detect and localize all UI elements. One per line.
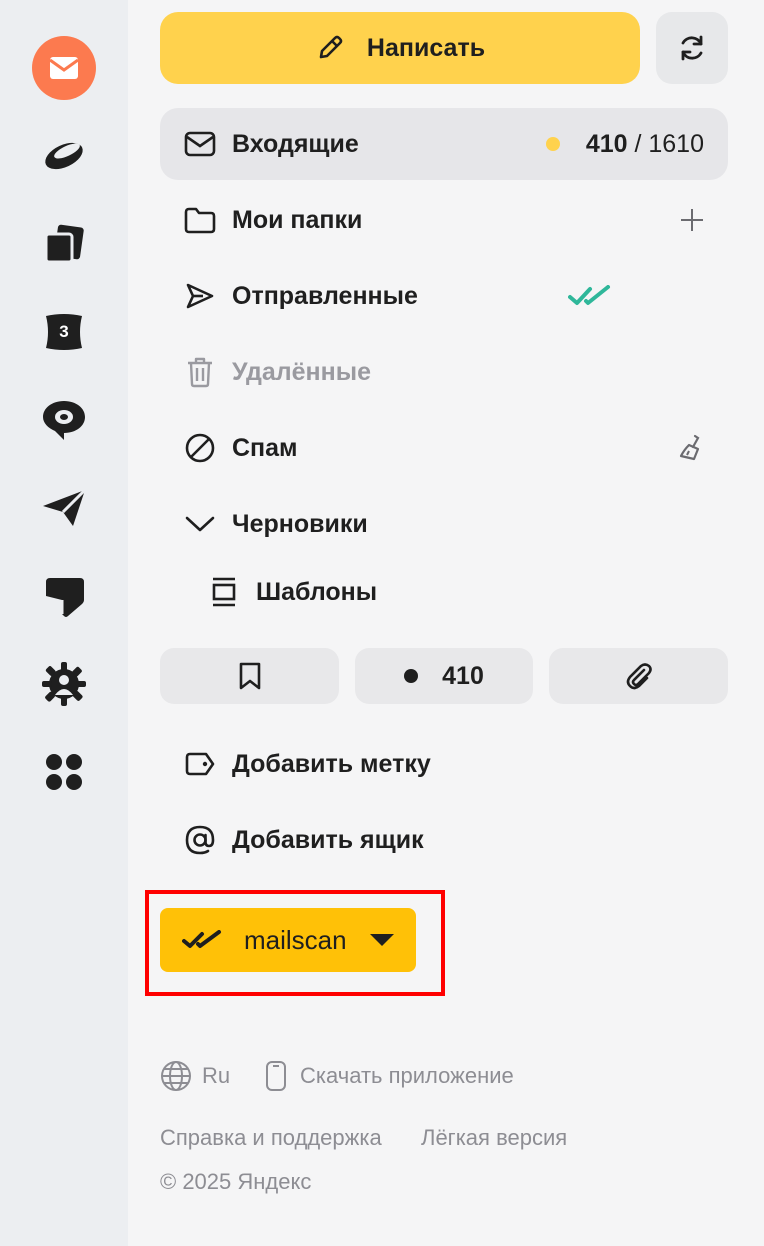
telemost-app-icon bbox=[43, 488, 87, 526]
block-icon bbox=[184, 432, 216, 464]
globe-icon bbox=[161, 1061, 191, 1091]
calendar-badge: 3 bbox=[59, 322, 69, 341]
filter-important-button[interactable] bbox=[160, 648, 339, 704]
folder-drafts-label: Черновики bbox=[232, 509, 368, 538]
copyright: © 2025 Яндекс bbox=[160, 1169, 312, 1194]
folder-icon bbox=[184, 204, 216, 236]
language-label: Ru bbox=[202, 1063, 231, 1088]
messenger-app-icon bbox=[43, 401, 85, 440]
compose-button[interactable]: Написать bbox=[160, 12, 640, 84]
folder-deleted[interactable]: Удалённые bbox=[160, 336, 728, 408]
template-icon bbox=[208, 576, 240, 608]
folder-spam[interactable]: Спам bbox=[160, 412, 728, 484]
folder-templates[interactable]: Шаблоны bbox=[160, 556, 728, 628]
refresh-icon bbox=[681, 35, 703, 61]
mailscan-label: mailscan bbox=[244, 924, 347, 955]
caret-down-icon bbox=[369, 934, 394, 946]
clear-spam-button[interactable] bbox=[678, 412, 704, 484]
inbox-total-count: 1610 bbox=[648, 129, 704, 158]
sent-checkmark-icon bbox=[568, 260, 612, 332]
inbox-counter: 410 / 1610 bbox=[545, 108, 704, 180]
chevron-down-icon[interactable] bbox=[184, 508, 216, 540]
contacts-app-icon bbox=[42, 662, 86, 706]
envelope-icon bbox=[184, 128, 216, 160]
services-rail: 3 bbox=[0, 0, 128, 1246]
add-label-text: Добавить метку bbox=[232, 749, 431, 778]
add-mailbox-text: Добавить ящик bbox=[232, 825, 424, 854]
broom-icon bbox=[679, 434, 700, 461]
paperclip-icon bbox=[626, 663, 652, 690]
download-app-link[interactable]: Скачать приложение bbox=[264, 1060, 514, 1092]
unread-dot-icon bbox=[404, 669, 419, 683]
telemost-app-button[interactable] bbox=[32, 476, 96, 540]
filter-unread-button[interactable]: 410 bbox=[355, 648, 533, 704]
inbox-count-separator: / bbox=[627, 129, 649, 158]
folder-spam-label: Спам bbox=[232, 433, 298, 462]
all-services-button[interactable] bbox=[32, 740, 96, 804]
filter-attachments-button[interactable] bbox=[549, 648, 728, 704]
all-services-icon bbox=[46, 754, 82, 790]
language-switcher[interactable]: Ru bbox=[160, 1060, 230, 1092]
inbox-unread-count: 410 bbox=[585, 129, 628, 158]
folder-inbox-label: Входящие bbox=[232, 129, 359, 158]
add-mailbox-button[interactable]: Добавить ящик bbox=[160, 804, 728, 876]
pencil-icon bbox=[319, 35, 343, 59]
label-icon bbox=[184, 748, 216, 780]
folder-my-folders-label: Мои папки bbox=[232, 205, 363, 234]
mail-app-icon bbox=[32, 36, 96, 100]
refresh-button[interactable] bbox=[656, 12, 728, 84]
phone-icon bbox=[266, 1061, 286, 1091]
compose-label: Написать bbox=[366, 33, 486, 62]
notes-app-icon bbox=[46, 578, 84, 617]
folder-deleted-label: Удалённые bbox=[232, 357, 371, 386]
mail-app-button[interactable] bbox=[32, 36, 96, 100]
folder-drafts[interactable]: Черновики bbox=[160, 488, 728, 560]
at-sign-icon bbox=[184, 824, 216, 856]
bookmark-icon bbox=[239, 662, 260, 690]
messenger-app-button[interactable] bbox=[32, 388, 96, 452]
add-label-button[interactable]: Добавить метку bbox=[160, 728, 728, 800]
folder-sent-label: Отправленные bbox=[232, 281, 418, 310]
docs-app-button[interactable] bbox=[32, 212, 96, 276]
folder-my-folders[interactable]: Мои папки bbox=[160, 184, 728, 256]
docs-app-icon bbox=[44, 224, 84, 264]
notes-app-button[interactable] bbox=[32, 564, 96, 628]
calendar-app-button[interactable]: 3 bbox=[32, 300, 96, 364]
send-icon bbox=[184, 280, 216, 312]
disk-app-button[interactable] bbox=[32, 124, 96, 188]
light-version-link[interactable]: Лёгкая версия bbox=[421, 1125, 567, 1151]
folder-templates-label: Шаблоны bbox=[256, 577, 378, 606]
disk-app-icon bbox=[45, 142, 83, 170]
filter-unread-count: 410 bbox=[442, 661, 484, 690]
folder-inbox[interactable]: Входящие 410 / 1610 bbox=[160, 108, 728, 180]
folder-sent[interactable]: Отправленные bbox=[160, 260, 728, 332]
plus-icon bbox=[681, 209, 703, 231]
download-app-label: Скачать приложение bbox=[300, 1063, 514, 1088]
trash-icon bbox=[184, 356, 216, 388]
contacts-app-button[interactable] bbox=[32, 652, 96, 716]
mailscan-dropdown-button[interactable]: mailscan bbox=[160, 908, 416, 972]
help-link[interactable]: Справка и поддержка bbox=[160, 1125, 382, 1151]
unread-dot-icon bbox=[545, 137, 560, 151]
double-check-icon bbox=[182, 930, 221, 948]
add-folder-button[interactable] bbox=[680, 184, 704, 256]
